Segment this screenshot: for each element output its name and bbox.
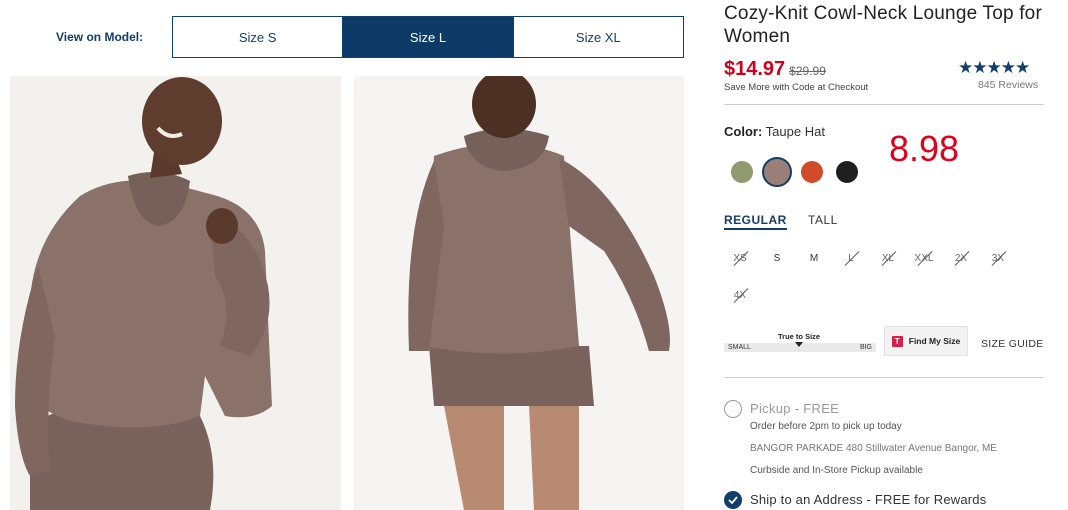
true-to-size-meter: True to Size SMALL BIG bbox=[724, 330, 876, 356]
promo-text: Save More with Code at Checkout bbox=[724, 82, 869, 93]
product-title: Cozy-Knit Cowl-Neck Lounge Top for Women bbox=[724, 3, 1042, 47]
swatch-orange[interactable] bbox=[801, 161, 823, 183]
find-my-size-button[interactable]: T Find My Size bbox=[884, 326, 968, 356]
fit-low-label: SMALL bbox=[728, 344, 751, 351]
model-size-tabs: Size S Size L Size XL bbox=[172, 16, 684, 58]
model-size-tab-xl[interactable]: Size XL bbox=[513, 17, 683, 57]
view-on-model-label: View on Model: bbox=[56, 30, 144, 44]
model-size-tab-l[interactable]: Size L bbox=[343, 17, 514, 57]
size-3x[interactable]: 3X bbox=[983, 253, 1013, 264]
find-my-size-label: Find My Size bbox=[908, 336, 961, 346]
true-to-size-label: True to Size bbox=[778, 332, 821, 341]
pickup-availability: Curbside and In-Store Pickup available bbox=[750, 465, 923, 476]
swatch-taupe[interactable] bbox=[762, 157, 792, 187]
size-xl[interactable]: XL bbox=[873, 253, 903, 264]
color-selected-name: Taupe Hat bbox=[765, 124, 825, 139]
divider bbox=[724, 377, 1044, 378]
fit-tab-regular[interactable]: REGULAR bbox=[724, 213, 787, 230]
original-price: $29.99 bbox=[789, 64, 826, 78]
fit-tab-tall[interactable]: TALL bbox=[808, 213, 838, 227]
price-row: $14.97 $29.99 bbox=[724, 58, 826, 81]
fit-indicator-icon bbox=[795, 342, 803, 347]
divider bbox=[724, 104, 1044, 105]
star-rating-icon[interactable]: ★★★★★ bbox=[958, 58, 1030, 78]
reviews-link[interactable]: 845 Reviews bbox=[978, 79, 1038, 91]
model-front-illustration bbox=[10, 76, 341, 510]
view-on-model: View on Model: Size S Size L Size XL bbox=[0, 0, 700, 72]
product-photo-front[interactable] bbox=[10, 76, 341, 510]
ship-radio[interactable] bbox=[724, 491, 742, 509]
product-page: View on Model: Size S Size L Size XL Coz… bbox=[0, 0, 1068, 510]
ship-title: Ship to an Address - FREE for Rewards bbox=[750, 492, 987, 507]
size-4x[interactable]: 4X bbox=[725, 290, 755, 301]
size-l[interactable]: L bbox=[836, 253, 866, 264]
swatch-olive[interactable] bbox=[731, 161, 753, 183]
price-annotation: 8.98 bbox=[889, 128, 960, 169]
product-photo-back[interactable] bbox=[354, 76, 684, 510]
pickup-cutoff: Order before 2pm to pick up today bbox=[750, 421, 902, 432]
size-m[interactable]: M bbox=[799, 253, 829, 264]
color-label-key: Color: bbox=[724, 124, 763, 139]
sale-price: $14.97 bbox=[724, 58, 786, 80]
swatch-black[interactable] bbox=[836, 161, 858, 183]
model-back-illustration bbox=[354, 76, 684, 510]
truefit-logo-icon: T bbox=[891, 335, 903, 347]
model-size-tab-s[interactable]: Size S bbox=[173, 17, 344, 57]
pickup-radio[interactable] bbox=[724, 400, 742, 418]
product-details: Cozy-Knit Cowl-Neck Lounge Top for Women… bbox=[724, 0, 1054, 510]
size-xxl[interactable]: XXL bbox=[909, 253, 939, 264]
size-xs[interactable]: XS bbox=[725, 253, 755, 264]
checkmark-icon bbox=[728, 496, 738, 504]
size-2x[interactable]: 2X bbox=[946, 253, 976, 264]
pickup-store: BANGOR PARKADE 480 Stillwater Avenue Ban… bbox=[750, 443, 997, 454]
fit-high-label: BIG bbox=[859, 344, 872, 351]
size-s[interactable]: S bbox=[762, 253, 792, 264]
color-label: Color: Taupe Hat bbox=[724, 124, 825, 139]
pickup-title: Pickup - FREE bbox=[750, 401, 840, 416]
size-guide-link[interactable]: SIZE GUIDE bbox=[981, 338, 1044, 350]
